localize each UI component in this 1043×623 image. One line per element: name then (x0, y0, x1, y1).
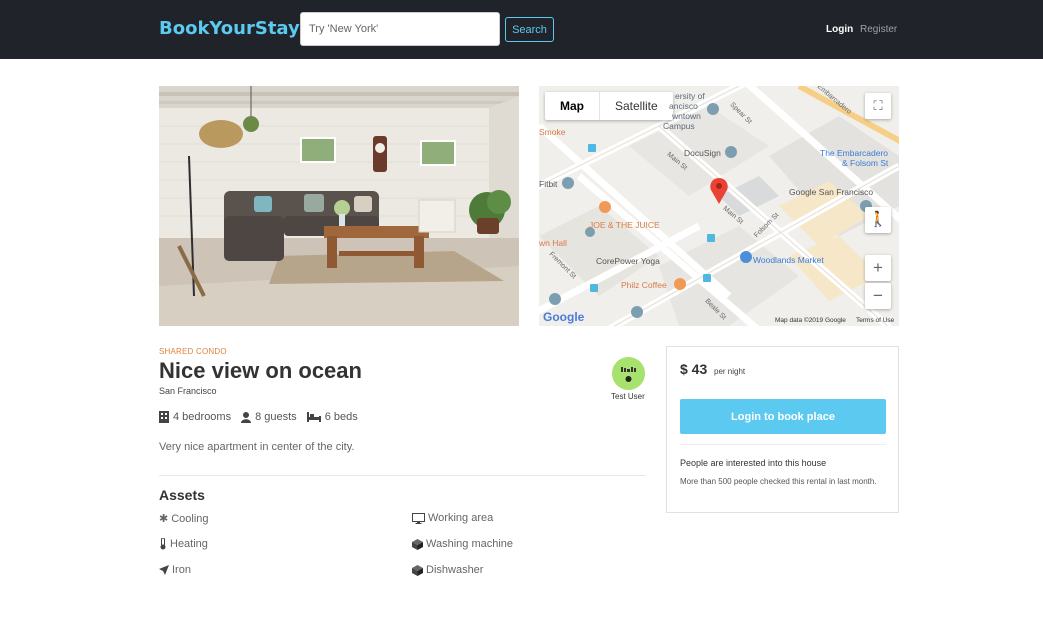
card-divider (680, 444, 886, 445)
booking-card: $ 43 per night Login to book place Peopl… (666, 346, 899, 513)
terms-of-use-link[interactable]: Terms of Use (856, 317, 894, 324)
snowflake-icon: ✱ (159, 513, 169, 525)
asset-item: Iron (159, 564, 191, 576)
map-type-satellite[interactable]: Satellite (600, 92, 673, 120)
map-label-campus: Campus (663, 121, 695, 131)
listing-features: 4 bedrooms 8 guests 6 beds (159, 411, 364, 423)
search-input[interactable] (300, 12, 500, 46)
location-arrow-icon (159, 565, 169, 575)
cube-icon (412, 564, 423, 576)
brand-logo[interactable]: BookYourStay (159, 18, 300, 39)
map-label-philz: Philz Coffee (621, 280, 667, 290)
listing-city: San Francisco (159, 386, 217, 396)
map-label-joe-juice: JOE & THE JUICE (589, 220, 660, 230)
listing-photo (159, 86, 519, 326)
host-name: Test User (611, 392, 645, 401)
map-label-folsom: & Folsom St (842, 158, 889, 168)
search-button[interactable]: Search (505, 17, 554, 42)
fullscreen-icon[interactable]: ⛶ (865, 93, 891, 119)
map-label-docusign: DocuSign (684, 148, 721, 158)
section-divider (159, 475, 646, 476)
interest-title: People are interested into this house (680, 458, 827, 468)
google-logo: Google (543, 310, 585, 324)
user-icon (241, 411, 252, 423)
thermometer-icon (159, 538, 167, 550)
location-map[interactable]: Map Satellite ⛶ 🚶 + − ersity of ancisco … (539, 86, 899, 326)
interest-subtitle: More than 500 people checked this rental… (680, 477, 877, 486)
per-night-label: per night (714, 367, 746, 376)
map-label-corepower: CorePower Yoga (596, 256, 660, 266)
price: $ 43 (680, 361, 708, 377)
listing-category: SHARED CONDO (159, 347, 227, 356)
asset-item: ✱ Cooling (159, 512, 209, 526)
map-label-woodlands: Woodlands Market (753, 255, 824, 265)
bed-icon (306, 412, 321, 422)
map-label-fitbit: Fitbit (539, 179, 558, 189)
map-type-map[interactable]: Map (545, 92, 600, 120)
map-label-francisco: ancisco (669, 101, 698, 111)
asset-item: Washing machine (412, 538, 513, 550)
map-label-google-sf: Google San Francisco (789, 187, 874, 197)
bedrooms-count: 4 bedrooms (173, 411, 232, 423)
map-label-downtown: wntown (672, 111, 701, 121)
map-type-toggle: Map Satellite (545, 92, 673, 120)
listing-description: Very nice apartment in center of the cit… (159, 441, 355, 453)
guests-count: 8 guests (255, 411, 297, 423)
zoom-in-button[interactable]: + (865, 255, 891, 281)
beds-count: 6 beds (324, 411, 358, 423)
cube-icon (412, 538, 423, 550)
listing-title: Nice view on ocean (159, 358, 362, 383)
assets-heading: Assets (159, 487, 205, 503)
asset-item: Heating (159, 538, 208, 550)
map-data-attribution: Map data ©2019 Google (775, 317, 846, 324)
map-label-town-hall: wn Hall (539, 238, 567, 248)
map-label-university: ersity of (675, 91, 705, 101)
pegman-icon[interactable]: 🚶 (865, 207, 891, 233)
map-label-embarcadero: The Embarcadero (820, 148, 889, 158)
building-icon (159, 411, 169, 423)
login-to-book-button[interactable]: Login to book place (680, 399, 886, 434)
zoom-out-button[interactable]: − (865, 283, 891, 309)
desktop-icon (412, 512, 425, 524)
asset-item: Working area (412, 512, 493, 524)
asset-item: Dishwasher (412, 564, 483, 576)
register-link[interactable]: Register (860, 24, 897, 35)
navbar: BookYourStay Search Login Register (0, 0, 1043, 59)
login-link[interactable]: Login (826, 24, 853, 35)
host-avatar[interactable] (612, 357, 645, 390)
map-label-smoke: Smoke (539, 127, 566, 137)
